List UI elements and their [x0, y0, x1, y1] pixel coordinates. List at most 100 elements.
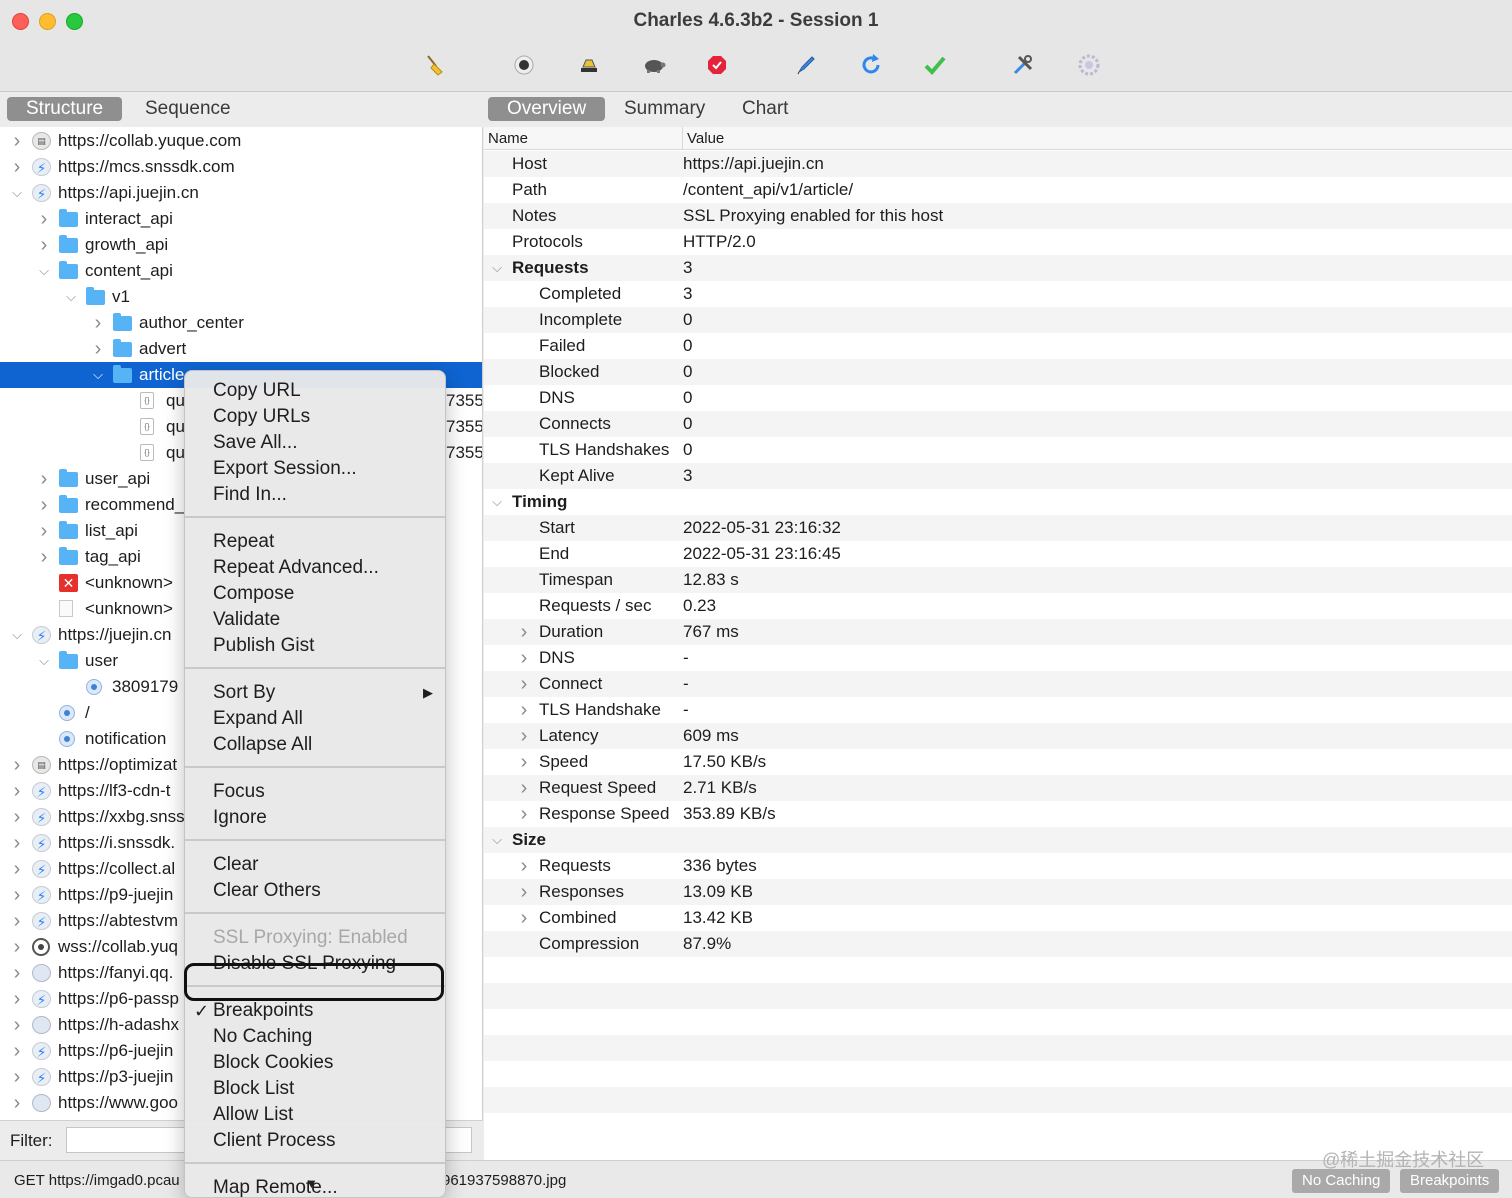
menu-item-save-all[interactable]: Save All... [185, 430, 445, 456]
chevron-right-icon[interactable]: › [10, 128, 24, 154]
tab-summary[interactable]: Summary [605, 97, 724, 121]
tree-row[interactable]: ⌵ content_api [0, 258, 482, 284]
chevron-right-icon[interactable]: › [91, 310, 105, 336]
tree-row[interactable]: ⌵ v1 [0, 284, 482, 310]
overview-row[interactable]: Notes SSL Proxying enabled for this host [484, 203, 1512, 229]
menu-item-clear[interactable]: Clear [185, 852, 445, 878]
menu-item-validate[interactable]: Validate [185, 607, 445, 633]
breakpoint-stop-icon[interactable] [704, 52, 730, 78]
menu-item-client-process[interactable]: Client Process [185, 1128, 445, 1154]
chevron-down-icon[interactable]: ⌵ [64, 284, 78, 310]
overview-row[interactable]: › TLS Handshake - [484, 697, 1512, 723]
menu-item-copy-url[interactable]: Copy URL [185, 378, 445, 404]
tab-overview[interactable]: Overview [488, 97, 606, 121]
chevron-right-icon[interactable]: › [37, 518, 51, 544]
overview-row[interactable]: Path/content_api/v1/article/ [484, 177, 1512, 203]
chevron-down-icon[interactable]: ⌵ [490, 827, 504, 853]
tab-structure[interactable]: Structure [7, 97, 123, 121]
overview-row[interactable]: › Requests 336 bytes [484, 853, 1512, 879]
column-name-header[interactable]: Name [488, 127, 528, 150]
overview-row[interactable]: › Response Speed 353.89 KB/s [484, 801, 1512, 827]
chevron-down-icon[interactable]: ⌵ [490, 489, 504, 515]
overview-row[interactable]: › Responses 13.09 KB [484, 879, 1512, 905]
menu-item-expand-all[interactable]: Expand All [185, 706, 445, 732]
throttle-icon[interactable] [576, 52, 602, 78]
menu-item-breakpoints[interactable]: Breakpoints ✓ [185, 998, 445, 1024]
chevron-right-icon[interactable]: › [37, 544, 51, 570]
chevron-right-icon[interactable]: › [37, 232, 51, 258]
chevron-down-icon[interactable]: ⌵ [37, 648, 51, 674]
menu-item-block-cookies[interactable]: Block Cookies [185, 1050, 445, 1076]
tree-row[interactable]: › ⚡ https://mcs.snssdk.com [0, 154, 482, 180]
overview-row[interactable]: Requests / sec 0.23 [484, 593, 1512, 619]
menu-item-copy-urls[interactable]: Copy URLs [185, 404, 445, 430]
overview-row[interactable]: Host https://api.juejin.cn [484, 151, 1512, 177]
overview-row[interactable]: DNS 0 [484, 385, 1512, 411]
tree-row[interactable]: ⌵ ⚡ https://api.juejin.cn [0, 180, 482, 206]
chevron-right-icon[interactable]: › [37, 492, 51, 518]
broom-icon[interactable] [421, 52, 447, 78]
chevron-right-icon[interactable]: › [10, 1012, 24, 1038]
chevron-down-icon[interactable]: ⌵ [10, 622, 24, 648]
chevron-right-icon[interactable]: › [10, 804, 24, 830]
menu-item-repeat[interactable]: Repeat [185, 529, 445, 555]
record-icon[interactable] [511, 52, 537, 78]
overview-row[interactable]: Connects 0 [484, 411, 1512, 437]
chevron-right-icon[interactable]: › [10, 830, 24, 856]
menu-item-block-list[interactable]: Block List [185, 1076, 445, 1102]
chevron-right-icon[interactable]: › [10, 778, 24, 804]
chevron-down-icon[interactable]: ⌵ [91, 362, 105, 388]
chevron-right-icon[interactable]: › [517, 853, 531, 879]
menu-item-find-in[interactable]: Find In... [185, 482, 445, 508]
chevron-right-icon[interactable]: › [10, 856, 24, 882]
overview-row[interactable]: Completed 3 [484, 281, 1512, 307]
menu-scroll-down-icon[interactable]: ▼ [305, 1176, 318, 1191]
chevron-right-icon[interactable]: › [10, 752, 24, 778]
chevron-right-icon[interactable]: › [10, 1038, 24, 1064]
menu-item-clear-others[interactable]: Clear Others [185, 878, 445, 904]
chevron-right-icon[interactable]: › [10, 960, 24, 986]
chevron-right-icon[interactable]: › [517, 671, 531, 697]
chevron-right-icon[interactable]: › [517, 801, 531, 827]
tree-row[interactable]: › interact_api [0, 206, 482, 232]
column-value-header[interactable]: Value [682, 127, 724, 150]
chevron-right-icon[interactable]: › [517, 879, 531, 905]
breakpoints-status-button[interactable]: Breakpoints [1400, 1169, 1500, 1193]
menu-item-publish-gist[interactable]: Publish Gist [185, 633, 445, 659]
menu-item-focus[interactable]: Focus [185, 779, 445, 805]
menu-item-collapse-all[interactable]: Collapse All [185, 732, 445, 758]
tree-row[interactable]: › growth_api [0, 232, 482, 258]
chevron-right-icon[interactable]: › [91, 336, 105, 362]
refresh-icon[interactable] [858, 52, 884, 78]
gear-icon[interactable] [1076, 52, 1102, 78]
menu-item-compose[interactable]: Compose [185, 581, 445, 607]
overview-row[interactable]: › Speed 17.50 KB/s [484, 749, 1512, 775]
overview-row[interactable]: Kept Alive 3 [484, 463, 1512, 489]
chevron-right-icon[interactable]: › [517, 619, 531, 645]
turtle-icon[interactable] [641, 52, 667, 78]
chevron-right-icon[interactable]: › [517, 905, 531, 931]
overview-row[interactable]: › Combined 13.42 KB [484, 905, 1512, 931]
tab-sequence[interactable]: Sequence [126, 97, 250, 121]
overview-row[interactable]: › Duration 767 ms [484, 619, 1512, 645]
menu-item-repeat-advanced[interactable]: Repeat Advanced... [185, 555, 445, 581]
overview-row[interactable]: Compression 87.9% [484, 931, 1512, 957]
menu-item-allow-list[interactable]: Allow List [185, 1102, 445, 1128]
menu-item-ignore[interactable]: Ignore [185, 805, 445, 831]
overview-row[interactable]: Failed 0 [484, 333, 1512, 359]
no-caching-status-button[interactable]: No Caching [1292, 1169, 1391, 1193]
chevron-right-icon[interactable]: › [10, 1090, 24, 1116]
overview-row[interactable]: Timespan 12.83 s [484, 567, 1512, 593]
overview-row[interactable]: Incomplete 0 [484, 307, 1512, 333]
overview-row[interactable]: › Request Speed 2.71 KB/s [484, 775, 1512, 801]
chevron-right-icon[interactable]: › [37, 466, 51, 492]
chevron-right-icon[interactable]: › [37, 206, 51, 232]
chevron-right-icon[interactable]: › [517, 723, 531, 749]
overview-row[interactable]: ⌵ Timing [484, 489, 1512, 515]
chevron-down-icon[interactable]: ⌵ [490, 255, 504, 281]
check-icon[interactable] [922, 52, 948, 78]
chevron-right-icon[interactable]: › [10, 1064, 24, 1090]
chevron-right-icon[interactable]: › [10, 934, 24, 960]
chevron-right-icon[interactable]: › [10, 882, 24, 908]
chevron-right-icon[interactable]: › [517, 749, 531, 775]
